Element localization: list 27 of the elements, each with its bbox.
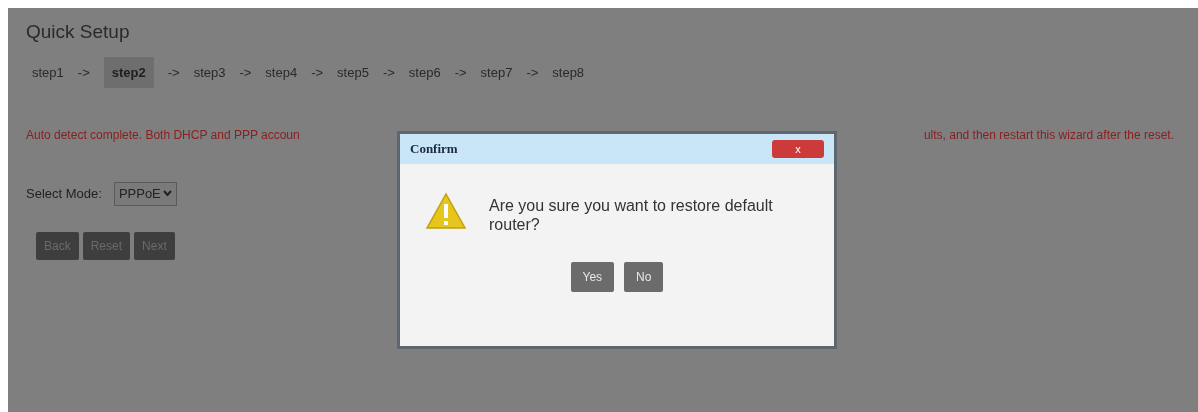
step-link[interactable]: step8: [552, 56, 585, 88]
status-message: ults, and then restart this wizard after the reset.: [923, 127, 1174, 144]
dialog-title: Confirm: [410, 140, 458, 159]
step-arrow: ->: [77, 63, 90, 82]
step-arrow: ->: [311, 63, 324, 82]
mode-select[interactable]: PPPoE: [113, 182, 177, 206]
step-link[interactable]: step6: [408, 56, 441, 88]
step-arrow: ->: [382, 63, 395, 82]
step-link[interactable]: step3: [193, 56, 226, 88]
step-arrow: ->: [239, 63, 252, 82]
chevron-down-icon: [162, 190, 172, 198]
page-title: Quick Setup: [26, 20, 131, 44]
step-arrow: ->: [526, 63, 539, 82]
dialog-button[interactable]: No: [624, 262, 664, 292]
step-link[interactable]: step1: [32, 56, 64, 88]
step-arrow: ->: [454, 63, 467, 82]
mode-label: Select Mode:: [26, 185, 102, 203]
close-button[interactable]: x: [772, 140, 824, 158]
dialog-message: Are you sure you want to restore default router?: [489, 196, 774, 234]
step-link[interactable]: step5: [337, 56, 369, 88]
dialog-button[interactable]: Yes: [570, 262, 615, 292]
step-link[interactable]: step2: [103, 56, 154, 88]
step-link[interactable]: step7: [480, 56, 513, 88]
step-arrow: ->: [167, 63, 180, 82]
step-link[interactable]: step4: [265, 56, 298, 88]
warning-icon: [425, 192, 467, 230]
status-message: Auto detect complete. Both DHCP and PPP accoun: [26, 127, 300, 144]
